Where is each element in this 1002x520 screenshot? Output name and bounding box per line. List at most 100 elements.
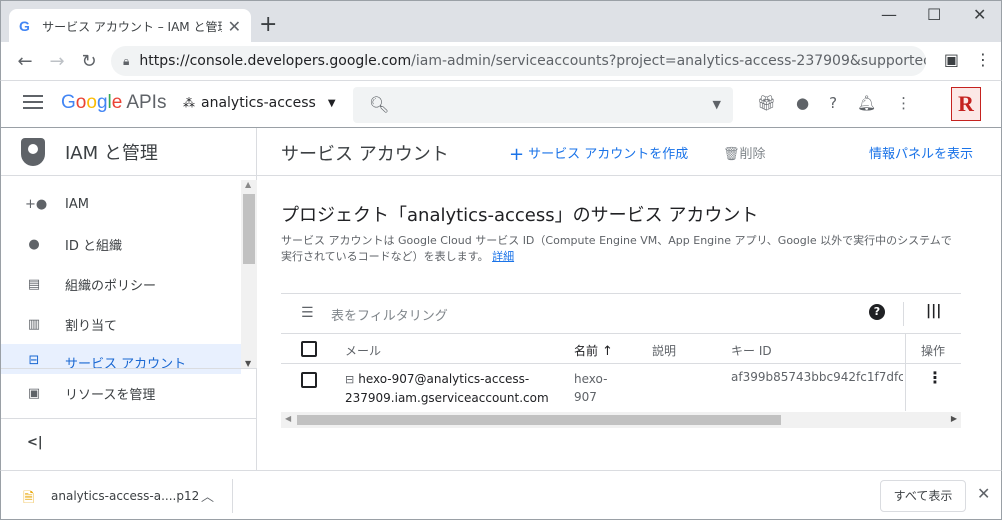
sidebar-title: IAM と管理 bbox=[65, 142, 158, 164]
project-selector[interactable]: ⁂ analytics-access ▼ bbox=[183, 95, 336, 111]
divider bbox=[232, 479, 233, 513]
page-title: サービス アカウント bbox=[281, 144, 449, 165]
sidebar-scrollbar[interactable]: ▲ ▼ bbox=[241, 180, 257, 368]
app-header: Google APIs ⁂ analytics-access ▼ 🔍︎ ▼ 🎁︎ … bbox=[0, 80, 1002, 128]
sidebar-header: IAM と管理 bbox=[1, 128, 256, 176]
more-vert-icon[interactable]: ⋮ bbox=[896, 94, 911, 112]
address-bar[interactable]: 🔒︎ https://console.developers.google.com… bbox=[111, 46, 926, 76]
browser-tab[interactable]: G サービス アカウント – IAM と管理 – analytics-acces… bbox=[9, 9, 251, 43]
trash-icon: 🗑︎ bbox=[723, 147, 740, 162]
divider bbox=[903, 302, 904, 326]
sort-ascending-icon: ↑ bbox=[602, 344, 613, 359]
row-name: hexo- 907 bbox=[574, 372, 608, 404]
sidebar-item-label: 割り当て bbox=[65, 318, 118, 334]
section-title: プロジェクト「analytics-access」のサービス アカウント bbox=[281, 205, 759, 226]
filter-input[interactable]: 表をフィルタリング bbox=[331, 305, 448, 324]
scrollbar-thumb[interactable] bbox=[243, 194, 255, 264]
scroll-right-icon[interactable]: ▶ bbox=[951, 414, 957, 423]
person-add-icon: +● bbox=[25, 196, 48, 212]
service-account-icon: ⊟ bbox=[345, 373, 355, 386]
sidebar-item-label: IAM bbox=[65, 196, 89, 212]
delete-button[interactable]: 🗑︎削除 bbox=[723, 143, 766, 162]
column-header-actions: 操作 bbox=[921, 344, 946, 358]
search-dropdown-icon[interactable]: ▼ bbox=[713, 98, 721, 111]
gift-icon[interactable]: 🎁︎ bbox=[757, 94, 776, 112]
google-favicon-icon: G bbox=[19, 18, 30, 34]
filter-bar: ☰ 表をフィルタリング ? ||| bbox=[281, 294, 961, 334]
maximize-icon[interactable]: ☐ bbox=[927, 5, 941, 24]
search-input[interactable]: 🔍︎ ▼ bbox=[353, 87, 733, 123]
service-account-icon: ⊟ bbox=[28, 353, 40, 368]
sidebar-item-label: 組織のポリシー bbox=[65, 278, 157, 294]
table-horizontal-scrollbar[interactable]: ◀ ▶ bbox=[281, 412, 961, 428]
minimize-icon[interactable]: — bbox=[881, 5, 897, 24]
reload-icon[interactable]: ↻ bbox=[73, 51, 105, 72]
column-header-mail[interactable]: メール bbox=[345, 342, 381, 359]
show-all-downloads-button[interactable]: すべて表示 bbox=[880, 480, 966, 512]
column-header-key-id[interactable]: キー ID bbox=[731, 342, 772, 359]
folder-gear-icon: ▣ bbox=[27, 385, 41, 401]
bell-icon[interactable]: 🔔︎ bbox=[857, 94, 876, 112]
back-icon[interactable]: ← bbox=[9, 51, 41, 72]
sidebar-item-quotas[interactable]: ▥ 割り当て bbox=[1, 304, 241, 344]
sidebar-item-iam[interactable]: +● IAM bbox=[1, 184, 241, 224]
certificate-file-icon: 🗎︎ bbox=[23, 490, 35, 506]
column-display-icon[interactable]: ||| bbox=[926, 303, 941, 319]
extension-icon[interactable]: ▣ bbox=[944, 50, 959, 69]
create-service-account-button[interactable]: + サービス アカウントを作成 bbox=[509, 143, 688, 165]
section-description: サービス アカウントは Google Cloud サービス ID（Compute… bbox=[281, 234, 952, 263]
show-info-panel-button[interactable]: 情報パネルを表示 bbox=[869, 143, 973, 162]
tab-close-icon[interactable]: ✕ bbox=[228, 17, 241, 36]
plus-icon: + bbox=[509, 144, 525, 165]
chevron-down-icon: ▼ bbox=[327, 97, 336, 109]
close-icon[interactable]: ✕ bbox=[977, 484, 990, 503]
list-alt-icon: ▤ bbox=[27, 276, 41, 292]
download-bar: 🗎︎ analytics-access-a....p12 ︿ すべて表示 ✕ bbox=[0, 470, 1002, 520]
tab-title: サービス アカウント – IAM と管理 – analytics-access bbox=[42, 19, 221, 34]
browser-toolbar: ← → ↻ 🔒︎ https://console.developers.goog… bbox=[0, 42, 1002, 80]
new-tab-button[interactable]: + bbox=[259, 13, 277, 37]
window-close-icon[interactable]: ✕ bbox=[973, 5, 986, 24]
learn-more-link[interactable]: 詳細 bbox=[492, 250, 514, 263]
alert-icon[interactable]: ● bbox=[796, 94, 809, 112]
avatar[interactable]: R bbox=[951, 87, 981, 121]
select-all-checkbox[interactable] bbox=[301, 341, 317, 357]
url-path: /iam-admin/serviceaccounts?project=analy… bbox=[411, 53, 926, 69]
scroll-left-icon[interactable]: ◀ bbox=[285, 414, 291, 423]
sidebar-item-id-org[interactable]: ● ID と組織 bbox=[1, 224, 241, 264]
help-icon[interactable]: ? bbox=[829, 94, 837, 112]
sidebar: IAM と管理 +● IAM ● ID と組織 ▤ 組織のポリシー ▥ 割り当て… bbox=[0, 128, 257, 470]
row-email[interactable]: ⊟ hexo-907@analytics-access- 237909.iam.g… bbox=[345, 370, 549, 407]
sidebar-item-manage-resources[interactable]: ▣ リソースを管理 bbox=[1, 369, 257, 417]
shield-icon bbox=[21, 137, 45, 166]
table-row[interactable]: ⊟ hexo-907@analytics-access- 237909.iam.g… bbox=[281, 364, 961, 412]
collapse-sidebar-icon[interactable]: <| bbox=[1, 418, 257, 468]
browser-tabstrip: G サービス アカウント – IAM と管理 – analytics-acces… bbox=[0, 0, 1002, 43]
column-header-name[interactable]: 名前 ↑ bbox=[574, 342, 613, 359]
account-circle-icon: ● bbox=[28, 236, 40, 252]
url-host: https://console.developers.google.com bbox=[139, 53, 412, 69]
download-file-name[interactable]: analytics-access-a....p12 bbox=[51, 489, 199, 503]
scroll-down-icon[interactable]: ▼ bbox=[245, 359, 251, 368]
forward-icon[interactable]: → bbox=[41, 51, 73, 72]
more-vert-icon[interactable]: ⋮ bbox=[927, 368, 943, 387]
row-checkbox[interactable] bbox=[301, 372, 317, 388]
page-header: サービス アカウント + サービス アカウントを作成 🗑︎削除 情報パネルを表示 bbox=[257, 128, 1001, 176]
hamburger-menu-icon[interactable] bbox=[23, 95, 43, 113]
help-icon[interactable]: ? bbox=[869, 304, 885, 320]
service-accounts-table: ☰ 表をフィルタリング ? ||| メール 名前 ↑ 説明 キー ID 操作 ⊟ h… bbox=[281, 293, 961, 428]
quota-icon: ▥ bbox=[27, 316, 41, 332]
google-apis-logo[interactable]: Google APIs bbox=[61, 92, 166, 114]
project-name: analytics-access bbox=[201, 95, 316, 111]
column-header-description[interactable]: 説明 bbox=[652, 342, 676, 359]
sidebar-item-label: ID と組織 bbox=[65, 238, 122, 254]
sidebar-item-org-policy[interactable]: ▤ 組織のポリシー bbox=[1, 264, 241, 304]
lock-icon: 🔒︎ bbox=[123, 53, 130, 68]
row-key-id: af399b85743bbc942fc1f7dfcc bbox=[731, 370, 903, 384]
scrollbar-thumb[interactable] bbox=[297, 415, 781, 425]
search-icon: 🔍︎ bbox=[369, 95, 390, 114]
project-icon: ⁂ bbox=[183, 96, 195, 110]
menu-icon[interactable]: ⋮ bbox=[975, 50, 991, 69]
scroll-up-icon[interactable]: ▲ bbox=[245, 180, 251, 189]
chevron-up-icon[interactable]: ︿ bbox=[201, 486, 214, 505]
